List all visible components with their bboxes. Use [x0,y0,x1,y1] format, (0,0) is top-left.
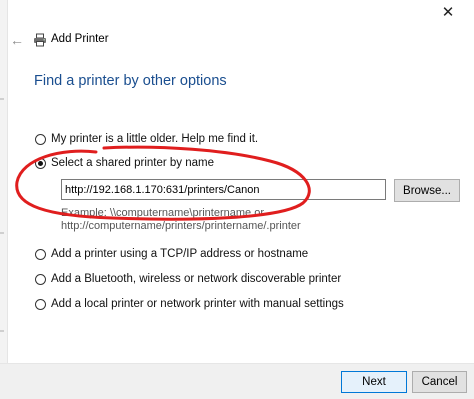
radio-button[interactable] [35,273,46,285]
option-shared-printer[interactable]: Select a shared printer by name [35,157,214,169]
next-button[interactable]: Next [341,371,407,393]
radio-button-selected[interactable] [35,157,46,169]
example-hint: Example: \\computername\printername or h… [61,207,301,233]
edge-tick [0,98,4,100]
option-label: Add a printer using a TCP/IP address or … [51,248,309,260]
radio-button[interactable] [35,248,46,260]
back-arrow-icon: ← [10,32,24,48]
page-heading: Find a printer by other options [34,73,227,89]
option-older-printer[interactable]: My printer is a little older. Help me fi… [35,133,258,145]
background-window-edge [0,0,8,398]
option-tcp-ip[interactable]: Add a printer using a TCP/IP address or … [35,248,308,260]
close-button[interactable]: ✕ [422,0,474,24]
option-label: Select a shared printer by name [51,157,215,169]
radio-button[interactable] [35,298,46,310]
printer-icon [34,33,46,47]
example-line-2: http://computername/printers/printername… [61,220,301,232]
printer-url-input[interactable] [61,179,386,200]
example-line-1: Example: \\computername\printername or [61,207,264,219]
back-button[interactable]: ← [10,32,30,48]
edge-tick [0,232,4,234]
radio-button[interactable] [35,133,46,145]
option-bluetooth-wireless[interactable]: Add a Bluetooth, wireless or network dis… [35,273,341,285]
option-label: Add a Bluetooth, wireless or network dis… [51,273,342,285]
cancel-button[interactable]: Cancel [412,371,467,393]
option-label: Add a local printer or network printer w… [51,298,344,310]
option-local-manual[interactable]: Add a local printer or network printer w… [35,298,344,310]
option-label: My printer is a little older. Help me fi… [51,133,259,145]
browse-button[interactable]: Browse... [394,179,460,202]
edge-tick [0,330,4,332]
close-icon: ✕ [441,4,455,21]
window-title: Add Printer [51,33,109,45]
